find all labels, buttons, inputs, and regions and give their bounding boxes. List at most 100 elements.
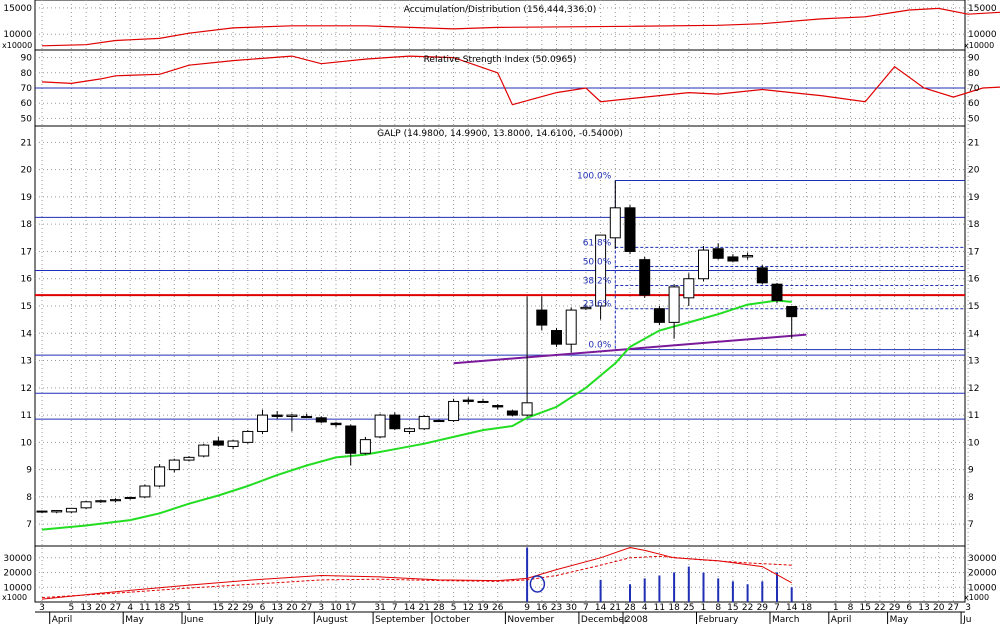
x-tick-label: 1 [701,603,707,613]
candle-body [36,510,48,513]
y-tick-label: 10000 [968,583,997,593]
month-label: December [581,615,628,624]
candle-body [345,425,357,454]
ad-title: Accumulation/Distribution (156,444,336.0… [404,5,597,15]
candle-body [565,309,577,345]
x-tick-label: 15 [859,603,870,613]
candle-body [212,440,224,446]
y-tick-label: 30000 [3,554,32,564]
x-tick-label: 16 [536,603,548,613]
volume-unit-right: x1000 [964,593,989,602]
y-tick-label: 50 [968,114,980,124]
fib-level-label: 38.2% [583,277,612,287]
x-tick-label: 14 [595,603,607,613]
y-tick-label: 12 [21,384,32,394]
x-tick-label: 15 [213,603,224,613]
month-label: April [52,615,73,624]
y-tick-label: 9 [968,466,974,476]
y-tick-label: 20 [968,166,980,176]
x-tick-label: 7 [583,603,589,613]
x-tick-label: 27 [301,603,312,613]
month-label: November [507,615,554,624]
candle-body [448,400,460,422]
x-tick-label: 27 [948,603,959,613]
x-tick-label: 7 [392,603,398,613]
x-tick-label: 31 [374,603,385,613]
candle-body [301,415,313,418]
candle-body [257,414,268,432]
x-tick-label: 22 [227,603,238,613]
y-tick-label: 30000 [968,554,997,564]
trendline [453,333,807,365]
chart-marks [36,7,1000,602]
month-label: February [699,615,740,624]
fib-level-label: 61.8% [583,238,612,248]
y-tick-label: 21 [21,138,32,148]
y-tick-label: 60 [21,99,33,109]
month-label: Ju [962,615,971,624]
y-tick-label: 10 [968,438,980,448]
x-tick-label: 27 [110,603,121,613]
x-tick-label: 21 [418,603,429,613]
y-tick-label: 13 [968,357,979,367]
month-label: May [125,615,144,624]
volume-unit-left: x1000 [2,593,27,602]
x-tick-label: 3 [39,603,45,613]
candle-body [698,249,709,280]
axis-labels: 15000 1500010000 1000090 9080 8070 7060 6050 50… [3,4,997,624]
x-tick-label: 14 [404,603,416,613]
candle-body [742,255,754,258]
x-tick-label: 23 [551,603,562,613]
candle-body [639,259,651,296]
candle-body [668,286,680,323]
y-tick-label: 15000 [3,4,32,14]
candle-body [477,400,489,403]
candle-body [242,430,254,443]
y-tick-label: 20 [21,166,33,176]
x-tick-label: 12 [463,603,474,613]
x-tick-label: 11 [139,603,150,613]
x-tick-label: 26 [492,603,504,613]
fib-level-label: 23.6% [583,300,612,310]
candle-body [727,256,739,262]
y-tick-label: 17 [21,247,32,257]
y-tick-label: 20000 [968,569,997,579]
y-tick-label: 15 [968,302,979,312]
x-tick-label: 10 [330,603,342,613]
x-tick-label: 28 [624,603,636,613]
y-tick-label: 11 [968,411,979,421]
month-label: June [183,615,204,624]
x-tick-label: 29 [757,603,769,613]
volume-average-line [41,555,792,599]
candle-body [51,510,63,513]
x-tick-label: 8 [715,603,721,613]
y-tick-label: 19 [21,193,33,203]
y-tick-label: 10000 [968,30,997,40]
x-tick-label: 5 [69,603,75,613]
x-tick-label: 18 [801,603,813,613]
stock-chart: 15000 1500010000 1000090 9080 8070 7060 6050 50… [2,0,1000,624]
y-tick-label: 18 [21,220,33,230]
x-tick-label: 20 [95,603,107,613]
candle-body [315,417,327,423]
y-tick-label: 10000 [3,30,32,40]
candle-body [771,283,783,302]
x-tick-label: 25 [169,603,180,613]
month-label: May [890,615,909,624]
x-tick-label: 18 [154,603,166,613]
y-tick-label: 21 [968,138,979,148]
x-tick-label: 5 [451,603,457,613]
candle-body [389,414,401,430]
x-tick-label: 3 [318,603,324,613]
candle-body [492,405,504,408]
y-tick-label: 90 [21,54,33,64]
x-tick-label: 1 [833,603,839,613]
y-tick-label: 70 [968,84,980,94]
x-tick-label: 6 [260,603,266,613]
candle-body [271,414,283,417]
fib-level-label: 50.0% [583,257,612,267]
candle-body [521,402,533,416]
candle-body [95,500,107,503]
x-tick-label: 7 [774,603,780,613]
candle-body [433,420,445,423]
